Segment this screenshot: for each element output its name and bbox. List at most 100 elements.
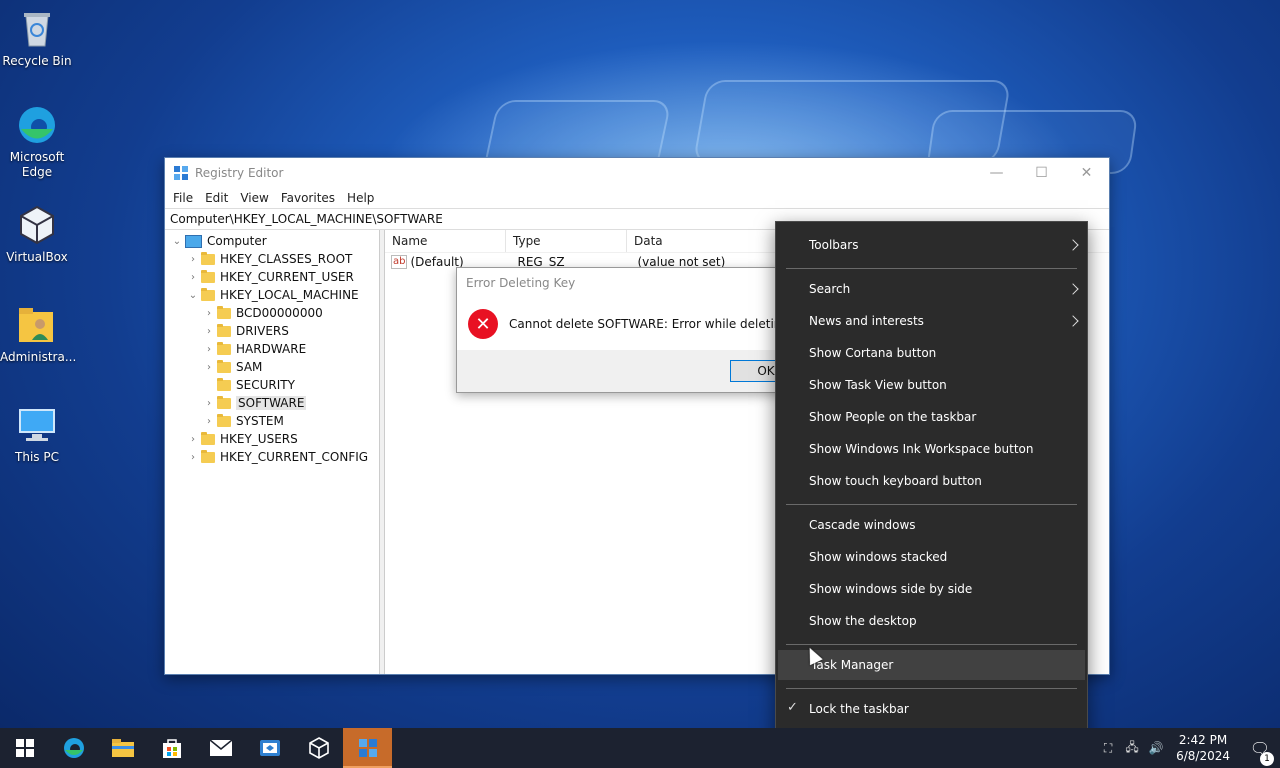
edge-icon bbox=[19, 107, 55, 143]
volume-icon[interactable]: 🔊 bbox=[1144, 741, 1168, 755]
menu-item-label: Show the desktop bbox=[809, 614, 917, 628]
chevron-right-icon[interactable]: › bbox=[187, 272, 199, 283]
folder-icon bbox=[217, 341, 231, 355]
desktop-icon-label: Administra... bbox=[0, 350, 77, 364]
chevron-right-icon[interactable]: › bbox=[187, 254, 199, 265]
clock[interactable]: 2:42 PM 6/8/2024 bbox=[1176, 732, 1230, 764]
chevron-right-icon[interactable]: › bbox=[203, 362, 215, 373]
tree-node[interactable]: SECURITY bbox=[165, 376, 379, 394]
menu-item-cascade-windows[interactable]: Cascade windows bbox=[776, 510, 1087, 540]
tree-node-label: HKEY_LOCAL_MACHINE bbox=[220, 288, 359, 302]
desktop-icon-user-folder[interactable]: Administra... bbox=[0, 304, 77, 365]
taskbar-store[interactable] bbox=[147, 728, 196, 768]
chevron-right-icon[interactable]: › bbox=[187, 452, 199, 463]
tree-node[interactable]: › SAM bbox=[165, 358, 379, 376]
menu-item-show-task-view-button[interactable]: Show Task View button bbox=[776, 370, 1087, 400]
menu-item-lock-the-taskbar[interactable]: Lock the taskbar ✓ bbox=[776, 694, 1087, 724]
store-icon bbox=[162, 739, 181, 758]
tree-node[interactable]: › DRIVERS bbox=[165, 322, 379, 340]
desktop-icon-recycle-bin[interactable]: Recycle Bin bbox=[0, 8, 74, 69]
desktop-icon-this-pc[interactable]: This PC bbox=[0, 404, 74, 465]
tree-node[interactable]: › SOFTWARE bbox=[165, 394, 379, 412]
chevron-right-icon bbox=[1067, 315, 1079, 327]
tree-node-label: HKEY_USERS bbox=[220, 432, 298, 446]
menu-item-label: Toolbars bbox=[809, 238, 859, 252]
column-type[interactable]: Type bbox=[506, 230, 627, 252]
menu-item-label: Show Task View button bbox=[809, 378, 947, 392]
chevron-right-icon[interactable]: › bbox=[187, 434, 199, 445]
desktop-icon-virtualbox[interactable]: VirtualBox bbox=[0, 204, 74, 265]
menu-item-show-windows-stacked[interactable]: Show windows stacked bbox=[776, 542, 1087, 572]
chevron-right-icon[interactable]: › bbox=[203, 326, 215, 337]
action-center-button[interactable]: 🗨 1 bbox=[1240, 739, 1280, 766]
taskbar-virtualbox-manager[interactable] bbox=[245, 728, 294, 768]
tree-node[interactable]: › SYSTEM bbox=[165, 412, 379, 430]
menu-help[interactable]: Help bbox=[341, 191, 380, 205]
error-dialog[interactable]: Error Deleting Key ✕ Cannot delete SOFTW… bbox=[456, 267, 788, 393]
error-message: Cannot delete SOFTWARE: Error while dele… bbox=[509, 317, 788, 331]
maximize-button[interactable]: ☐ bbox=[1019, 158, 1064, 188]
taskbar-file-explorer[interactable] bbox=[98, 728, 147, 768]
minimize-button[interactable]: — bbox=[974, 158, 1019, 188]
tree-node-label: HKEY_CURRENT_USER bbox=[220, 270, 354, 284]
tree-node-label: Computer bbox=[207, 234, 267, 248]
chevron-right-icon[interactable]: › bbox=[203, 344, 215, 355]
chevron-down-icon[interactable]: ⌄ bbox=[171, 236, 183, 247]
chevron-right-icon[interactable]: › bbox=[203, 398, 215, 409]
tree-node[interactable]: › HKEY_USERS bbox=[165, 430, 379, 448]
menu-item-label: News and interests bbox=[809, 314, 924, 328]
menu-file[interactable]: File bbox=[167, 191, 199, 205]
virtualbox-icon bbox=[308, 737, 329, 759]
chevron-right-icon[interactable]: › bbox=[203, 308, 215, 319]
dialog-title[interactable]: Error Deleting Key bbox=[457, 268, 787, 298]
tree-node[interactable]: › BCD00000000 bbox=[165, 304, 379, 322]
tree-node[interactable]: ⌄ HKEY_LOCAL_MACHINE bbox=[165, 286, 379, 304]
edge-icon bbox=[63, 738, 84, 758]
menu-item-show-the-desktop[interactable]: Show the desktop bbox=[776, 606, 1087, 636]
start-button[interactable] bbox=[0, 728, 49, 768]
tree-node[interactable]: ⌄ Computer bbox=[165, 232, 379, 250]
menu-item-toolbars[interactable]: Toolbars bbox=[776, 230, 1087, 260]
column-data[interactable]: Data bbox=[627, 230, 784, 252]
people-icon[interactable]: ⛶ bbox=[1096, 741, 1120, 756]
menu-separator bbox=[786, 268, 1077, 269]
desktop-icon-edge[interactable]: Microsoft Edge bbox=[0, 104, 74, 180]
taskbar-edge[interactable] bbox=[49, 728, 98, 768]
taskbar-regedit[interactable] bbox=[343, 728, 392, 768]
taskbar-virtualbox[interactable] bbox=[294, 728, 343, 768]
column-name[interactable]: Name bbox=[385, 230, 506, 252]
menu-item-news-and-interests[interactable]: News and interests bbox=[776, 306, 1087, 336]
menu-edit[interactable]: Edit bbox=[199, 191, 234, 205]
titlebar[interactable]: Registry Editor — ☐ ✕ bbox=[165, 158, 1109, 188]
this-pc-icon bbox=[19, 409, 55, 441]
tree-node[interactable]: › HKEY_CURRENT_USER bbox=[165, 268, 379, 286]
tree-node[interactable]: › HKEY_CURRENT_CONFIG bbox=[165, 448, 379, 466]
key-tree[interactable]: ⌄ Computer › HKEY_CLASSES_ROOT › HKEY_CURRENT… bbox=[165, 230, 380, 674]
chevron-right-icon[interactable]: › bbox=[203, 416, 215, 427]
taskbar[interactable]: ⛶ 🖧 🔊 2:42 PM 6/8/2024 🗨 1 bbox=[0, 728, 1280, 768]
menu-item-label: Show windows stacked bbox=[809, 550, 948, 564]
menu-item-label: Show Cortana button bbox=[809, 346, 937, 360]
menu-item-show-windows-ink-workspace-button[interactable]: Show Windows Ink Workspace button bbox=[776, 434, 1087, 464]
tree-node-label: SECURITY bbox=[236, 378, 295, 392]
menu-item-show-windows-side-by-side[interactable]: Show windows side by side bbox=[776, 574, 1087, 604]
menu-item-show-touch-keyboard-button[interactable]: Show touch keyboard button bbox=[776, 466, 1087, 496]
folder-icon bbox=[201, 449, 215, 463]
chevron-down-icon[interactable]: ⌄ bbox=[187, 290, 199, 301]
menu-item-show-cortana-button[interactable]: Show Cortana button bbox=[776, 338, 1087, 368]
menu-item-task-manager[interactable]: Task Manager bbox=[778, 650, 1085, 680]
network-icon[interactable]: 🖧 bbox=[1120, 738, 1144, 759]
folder-icon bbox=[201, 431, 215, 445]
menu-item-show-people-on-the-taskbar[interactable]: Show People on the taskbar bbox=[776, 402, 1087, 432]
taskbar-context-menu[interactable]: Toolbars Search News and interests Show Cor… bbox=[775, 221, 1088, 755]
menu-item-label: Show windows side by side bbox=[809, 582, 973, 596]
tree-node[interactable]: › HKEY_CLASSES_ROOT bbox=[165, 250, 379, 268]
clock-time: 2:42 PM bbox=[1178, 733, 1228, 747]
tree-node[interactable]: › HARDWARE bbox=[165, 340, 379, 358]
menu-item-search[interactable]: Search bbox=[776, 274, 1087, 304]
menu-view[interactable]: View bbox=[234, 191, 274, 205]
menu-item-label: Cascade windows bbox=[809, 518, 916, 532]
close-button[interactable]: ✕ bbox=[1064, 158, 1109, 188]
taskbar-mail[interactable] bbox=[196, 728, 245, 768]
menu-favorites[interactable]: Favorites bbox=[275, 191, 341, 205]
